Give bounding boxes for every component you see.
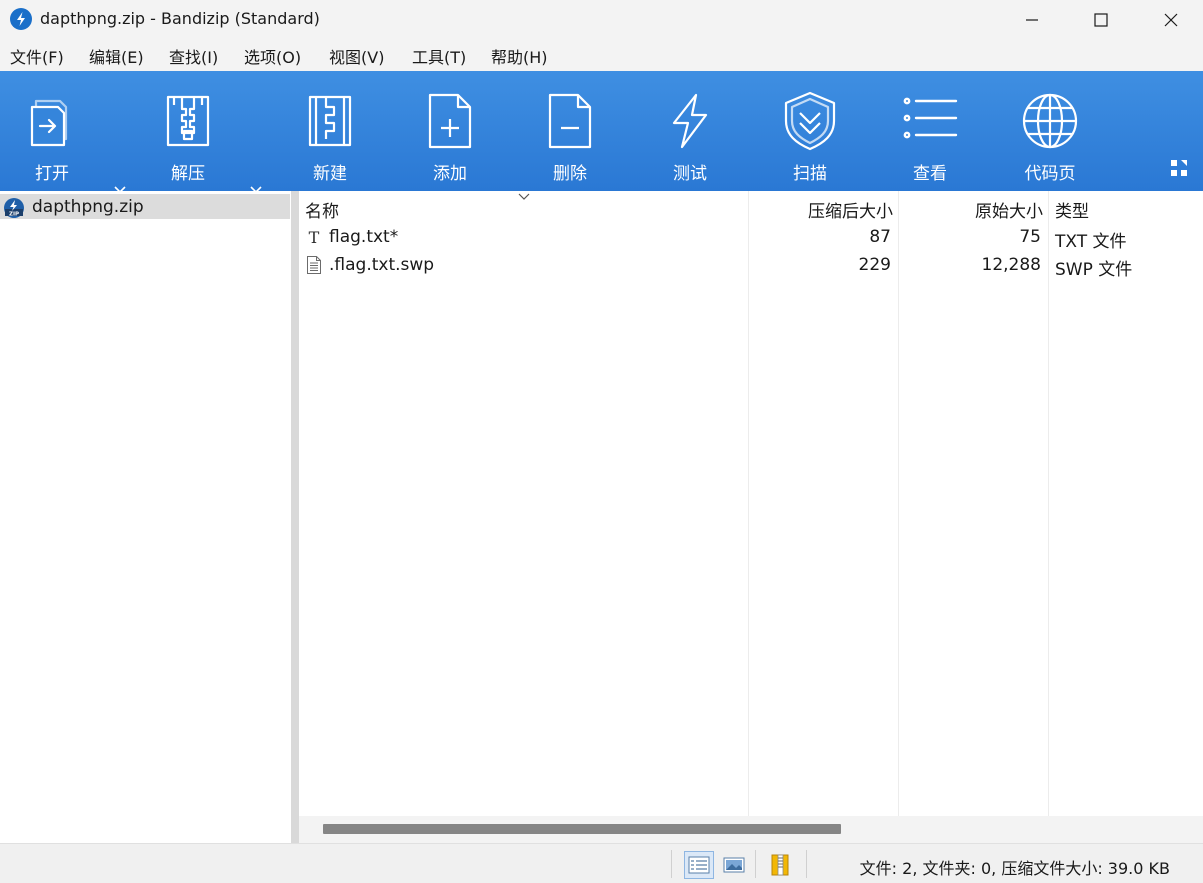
menu-view[interactable]: 视图(V) [329,44,384,68]
close-icon [1164,13,1178,27]
toolbar: 打开 解压 新建 添加 删除 测试 扫描 查看 代码页 [0,71,1203,194]
file-list: 名称 压缩后大小 原始大小 类型 T flag.txt* 87 75 TXT 文… [299,191,1203,843]
menu-file[interactable]: 文件(F) [10,44,64,68]
maximize-icon [1094,13,1108,27]
new-archive-button[interactable]: 新建 [275,71,385,191]
column-divider [748,191,749,816]
test-label: 测试 [673,164,707,184]
archive-info-icon [771,854,789,876]
file-original-size: 75 [1019,227,1041,247]
svg-text:T: T [309,228,320,247]
extract-button[interactable]: 解压 [133,71,243,191]
preview-view-button[interactable] [719,851,749,879]
maximize-button[interactable] [1066,0,1136,40]
column-header-compressed-size[interactable]: 压缩后大小 [808,197,893,222]
file-type: SWP 文件 [1055,260,1133,280]
column-header-name[interactable]: 名称 [305,197,339,222]
tree-item-archive[interactable]: ZIP dapthpng.zip [0,194,290,219]
window-title: dapthpng.zip - Bandizip (Standard) [40,9,320,28]
scrollbar-thumb[interactable] [323,824,841,834]
column-divider [1048,191,1049,816]
shield-icon [780,91,840,151]
horizontal-scrollbar[interactable] [299,816,1203,843]
add-label: 添加 [433,164,467,184]
svg-text:ZIP: ZIP [9,212,19,218]
lightning-icon [660,91,720,151]
zip-archive-icon: ZIP [3,197,25,219]
menu-help[interactable]: 帮助(H) [491,44,548,68]
file-name: .flag.txt.swp [329,255,435,275]
file-compressed-size: 87 [869,227,891,247]
new-archive-label: 新建 [313,164,347,184]
view-button[interactable]: 查看 [875,71,985,191]
status-divider [806,850,807,878]
scan-button[interactable]: 扫描 [755,71,865,191]
new-archive-icon [300,91,360,151]
menu-bar: 文件(F) 编辑(E) 查找(I) 选项(O) 视图(V) 工具(T) 帮助(H… [0,40,1203,71]
image-preview-icon [723,857,745,873]
document-icon [305,255,323,275]
minimize-icon [1026,19,1038,21]
menu-tools[interactable]: 工具(T) [412,44,466,68]
archive-info-button[interactable] [765,851,795,879]
file-type: TXT 文件 [1055,232,1127,252]
delete-label: 删除 [553,164,587,184]
table-row[interactable]: .flag.txt.swp 229 12,288 SWP 文件 [299,251,1203,280]
scan-label: 扫描 [793,164,827,184]
codepage-label: 代码页 [1024,164,1076,184]
file-original-size: 12,288 [981,255,1041,275]
status-divider [755,850,756,878]
menu-find[interactable]: 查找(I) [169,44,218,68]
layout-toggle-icon[interactable] [1170,159,1188,177]
text-file-icon: T [305,227,323,247]
column-header-type[interactable]: 类型 [1055,197,1089,222]
globe-icon [1020,91,1080,151]
menu-edit[interactable]: 编辑(E) [89,44,144,68]
column-header-original-size[interactable]: 原始大小 [975,197,1043,222]
column-divider [898,191,899,816]
table-row[interactable]: T flag.txt* 87 75 TXT 文件 [299,223,1203,252]
list-view-icon [900,91,960,151]
file-compressed-size: 229 [858,255,891,275]
menu-options[interactable]: 选项(O) [244,44,301,68]
delete-file-icon [540,91,600,151]
add-button[interactable]: 添加 [395,71,505,191]
codepage-button[interactable]: 代码页 [995,71,1105,191]
panel-splitter[interactable] [291,191,299,843]
minimize-button[interactable] [997,0,1067,40]
title-bar: dapthpng.zip - Bandizip (Standard) [0,0,1203,40]
open-icon [22,91,82,151]
close-button[interactable] [1136,0,1203,40]
status-divider [671,850,672,878]
extract-label: 解压 [171,164,205,184]
sort-chevron-icon [517,192,531,202]
bandizip-logo-icon [10,8,32,30]
archive-tree-panel: ZIP dapthpng.zip [0,191,291,843]
tree-item-label: dapthpng.zip [32,197,144,217]
status-summary: 文件: 2, 文件夹: 0, 压缩文件大小: 39.0 KB [859,859,1170,878]
open-label: 打开 [35,164,69,184]
view-label: 查看 [913,164,947,184]
status-bar: 文件: 2, 文件夹: 0, 压缩文件大小: 39.0 KB [0,843,1203,883]
details-view-icon [688,856,710,874]
extract-icon [158,91,218,151]
details-view-button[interactable] [684,851,714,879]
file-name: flag.txt* [329,227,399,247]
test-button[interactable]: 测试 [635,71,745,191]
delete-button[interactable]: 删除 [515,71,625,191]
add-file-icon [420,91,480,151]
open-button[interactable]: 打开 [0,71,107,191]
